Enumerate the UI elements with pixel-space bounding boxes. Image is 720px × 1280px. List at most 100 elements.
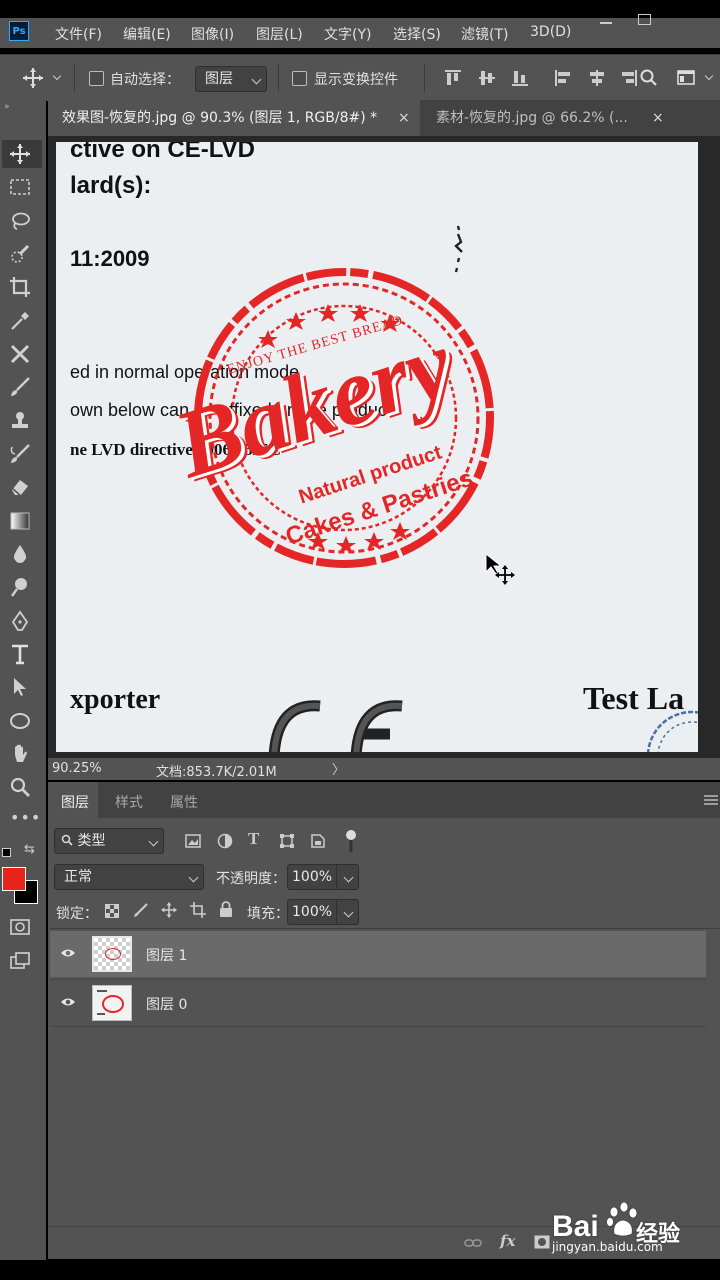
- lasso-tool-icon[interactable]: [9, 210, 31, 232]
- layer-row-0[interactable]: 图层 0: [50, 979, 706, 1027]
- filter-smart-object-icon[interactable]: [310, 833, 326, 849]
- type-tool-icon[interactable]: [9, 643, 31, 665]
- align-left-icon[interactable]: [554, 69, 572, 87]
- align-vcenter-icon[interactable]: [478, 69, 496, 87]
- workspace-icon[interactable]: [677, 69, 695, 87]
- path-select-tool-icon[interactable]: [9, 676, 31, 698]
- layer-row-1[interactable]: 图层 1: [50, 931, 706, 977]
- collapse-arrows-icon[interactable]: »: [4, 102, 10, 112]
- auto-select-value: 图层: [205, 71, 233, 87]
- blend-mode-dropdown[interactable]: 正常: [54, 864, 204, 890]
- menu-layer[interactable]: 图层(L): [256, 24, 303, 44]
- healing-brush-tool-icon[interactable]: [9, 343, 31, 365]
- chevron-down-icon[interactable]: [343, 907, 354, 918]
- marquee-tool-icon[interactable]: [9, 176, 31, 198]
- more-tools-icon[interactable]: •••: [10, 808, 41, 827]
- filter-shape-icon[interactable]: [279, 833, 295, 849]
- crop-tool-icon[interactable]: [9, 276, 31, 298]
- zoom-tool-icon[interactable]: [9, 776, 31, 798]
- dodge-tool-icon[interactable]: [9, 576, 31, 598]
- screen-mode-icon[interactable]: [9, 950, 31, 972]
- show-transform-label: 显示变换控件: [314, 72, 398, 88]
- status-bar: 90.25% 文档:853.7K/2.01M 〉: [48, 758, 720, 780]
- lock-transparent-icon[interactable]: [105, 904, 119, 918]
- eye-icon[interactable]: [60, 948, 76, 958]
- swap-colors-icon[interactable]: ⇆: [24, 842, 35, 857]
- divider: [336, 865, 337, 889]
- ellipse-tool-icon[interactable]: [9, 710, 31, 732]
- filter-adjustment-icon[interactable]: [217, 833, 233, 849]
- chevron-down-icon[interactable]: [343, 872, 354, 883]
- chevron-right-icon[interactable]: 〉: [332, 759, 345, 778]
- watermark-url: jingyan.baidu.com: [552, 1240, 663, 1254]
- blur-tool-icon[interactable]: [9, 543, 31, 565]
- history-brush-tool-icon[interactable]: [9, 443, 31, 465]
- tab-effect-document[interactable]: 效果图-恢复的.jpg @ 90.3% (图层 1, RGB/8#) * ×: [48, 100, 420, 136]
- filter-type-icon[interactable]: T: [248, 829, 259, 849]
- bakery-stamp[interactable]: ENJOY THE BEST BREAD Bakery Natural prod…: [162, 268, 498, 578]
- layer-thumbnail[interactable]: [92, 936, 132, 972]
- fx-icon[interactable]: fx: [500, 1232, 515, 1250]
- menu-3d[interactable]: 3D(D): [530, 24, 571, 40]
- filter-pixel-icon[interactable]: [185, 833, 201, 849]
- workspace-chevron-icon[interactable]: [704, 71, 714, 81]
- clone-stamp-tool-icon[interactable]: [9, 410, 31, 432]
- auto-select-checkbox[interactable]: [89, 71, 104, 86]
- move-tool-icon[interactable]: [9, 143, 31, 165]
- gradient-tool-icon[interactable]: [9, 510, 31, 532]
- search-icon[interactable]: [639, 69, 657, 87]
- divider: [278, 64, 279, 92]
- move-tool-icon[interactable]: [22, 67, 44, 89]
- layer-filter-dropdown[interactable]: 类型: [54, 828, 164, 854]
- menu-image[interactable]: 图像(I): [191, 24, 234, 44]
- lock-pixels-icon[interactable]: [133, 902, 149, 918]
- opacity-label: 不透明度：: [216, 871, 286, 887]
- tab-properties[interactable]: 属性: [170, 792, 198, 812]
- maximize-icon[interactable]: [638, 14, 651, 25]
- quick-mask-icon[interactable]: [9, 916, 31, 938]
- eraser-tool-icon[interactable]: [9, 476, 31, 498]
- panel-menu-icon[interactable]: [704, 795, 718, 805]
- align-hcenter-icon[interactable]: [588, 69, 606, 87]
- align-top-icon[interactable]: [444, 69, 462, 87]
- tab-layers[interactable]: 图层: [61, 792, 89, 812]
- opacity-field[interactable]: 100%: [287, 864, 359, 890]
- eye-icon[interactable]: [60, 997, 76, 1007]
- tab-styles[interactable]: 样式: [115, 792, 143, 812]
- tab-material-document[interactable]: 素材-恢复的.jpg @ 66.2% (... ×: [420, 100, 700, 136]
- menu-file[interactable]: 文件(F): [55, 24, 102, 44]
- menu-type[interactable]: 文字(Y): [324, 24, 371, 44]
- fill-field[interactable]: 100%: [287, 899, 359, 925]
- eyedropper-tool-icon[interactable]: [9, 310, 31, 332]
- brush-tool-icon[interactable]: [9, 376, 31, 398]
- photoshop-logo: Ps: [9, 21, 29, 41]
- lock-all-icon[interactable]: [219, 901, 233, 918]
- align-bottom-icon[interactable]: [511, 69, 529, 87]
- lock-artboard-icon[interactable]: [190, 902, 206, 918]
- align-right-icon[interactable]: [620, 69, 638, 87]
- menu-edit[interactable]: 编辑(E): [123, 24, 171, 44]
- auto-select-dropdown[interactable]: 图层: [195, 66, 267, 92]
- document-canvas[interactable]: ctive on CE-LVD lard(s): 11:2009 ed in n…: [56, 142, 698, 752]
- filter-toggle-icon[interactable]: [344, 828, 358, 854]
- quick-select-tool-icon[interactable]: [9, 243, 31, 265]
- close-icon[interactable]: ×: [652, 100, 664, 136]
- hand-tool-icon[interactable]: [9, 743, 31, 765]
- thumbnail-stamp: [102, 995, 124, 1013]
- menu-filter[interactable]: 滤镜(T): [461, 24, 508, 44]
- close-icon[interactable]: ×: [398, 100, 410, 136]
- minimize-icon[interactable]: [600, 22, 612, 24]
- foreground-color-swatch[interactable]: [2, 867, 26, 891]
- show-transform-checkbox[interactable]: [292, 71, 307, 86]
- link-layers-icon[interactable]: [464, 1238, 482, 1248]
- zoom-level[interactable]: 90.25%: [52, 761, 102, 776]
- layer-thumbnail[interactable]: [92, 985, 132, 1021]
- layer-name[interactable]: 图层 0: [146, 994, 187, 1014]
- lock-position-icon[interactable]: [161, 902, 177, 918]
- default-colors-icon[interactable]: [2, 848, 11, 857]
- layer-name[interactable]: 图层 1: [146, 945, 187, 965]
- menu-select[interactable]: 选择(S): [393, 24, 441, 44]
- pen-tool-icon[interactable]: [9, 610, 31, 632]
- thumbnail-text: [97, 1013, 105, 1015]
- tool-preset-chevron-icon[interactable]: [52, 71, 62, 81]
